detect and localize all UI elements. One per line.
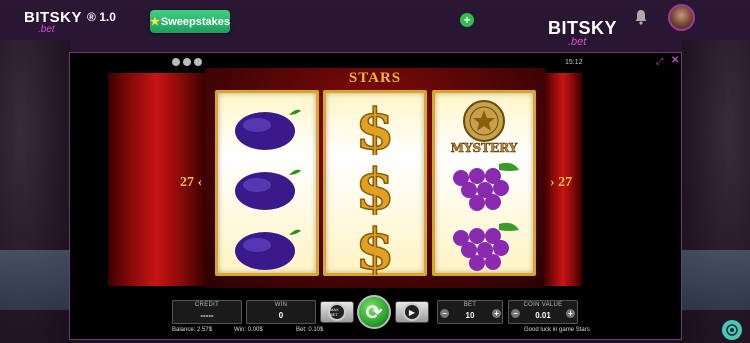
game-controls	[172, 58, 202, 66]
resize-icon[interactable]: ⤢	[656, 56, 663, 67]
center-logo-text: BITSKY	[548, 18, 618, 38]
credit-display: CREDIT -----	[172, 300, 242, 324]
svg-text:$: $	[356, 99, 395, 155]
mystery-icon: MYSTERY	[435, 97, 533, 157]
plum-icon	[218, 157, 316, 217]
coin-increase-button[interactable]: +	[566, 309, 575, 318]
reel-2: $ $ $	[323, 90, 427, 276]
svg-text:MYSTERY: MYSTERY	[451, 141, 518, 155]
background-sea-right	[682, 250, 750, 310]
plum-icon	[218, 217, 316, 277]
sound-icon[interactable]	[194, 58, 202, 66]
bet-value: 10	[465, 311, 475, 320]
settings-icon[interactable]	[183, 58, 191, 66]
coin-value: 0.01	[535, 311, 551, 320]
grapes-icon	[435, 157, 533, 217]
lines-count-right: › 27	[550, 175, 573, 190]
dollar-icon: $	[326, 217, 424, 277]
svg-text:$: $	[356, 219, 395, 275]
sweepstakes-button[interactable]: ★ Sweepstakes	[150, 10, 230, 33]
status-win: Win: 0.00$	[234, 327, 263, 333]
grapes-icon	[435, 217, 533, 277]
logo-subtext: .bet	[38, 24, 55, 35]
reel-3: MYSTERY	[432, 90, 536, 276]
star-icon: ★	[150, 16, 160, 28]
add-icon[interactable]: +	[460, 13, 474, 27]
center-logo-subtext: .bet	[568, 36, 587, 48]
win-value: 0	[278, 311, 284, 320]
spin-icon: ⟳	[365, 301, 383, 324]
reel-1	[215, 90, 319, 276]
play-icon: ▶	[408, 307, 416, 317]
center-logo[interactable]: BITSKY .bet	[548, 18, 618, 48]
dollar-icon: $	[326, 157, 424, 217]
avatar[interactable]	[668, 4, 695, 31]
status-bet: Bet: 0.10$	[296, 327, 324, 333]
dollar-icon: $	[326, 97, 424, 157]
max-bet-button[interactable]: MAX BET	[320, 301, 354, 323]
svg-text:$: $	[356, 159, 395, 215]
credit-value: -----	[200, 311, 214, 320]
site-logo[interactable]: BITSKY .bet ® 1.0	[24, 9, 116, 35]
bet-increase-button[interactable]: +	[492, 309, 501, 318]
status-balance: Balance: 2.57$	[172, 327, 213, 333]
win-label: WIN	[274, 302, 288, 308]
home-icon[interactable]	[172, 58, 180, 66]
bet-decrease-button[interactable]: −	[440, 309, 449, 318]
coin-value-label: COIN VALUE	[523, 302, 563, 308]
plum-icon	[218, 97, 316, 157]
credit-label: CREDIT	[194, 302, 220, 308]
background-sea-left	[0, 250, 70, 310]
win-display: WIN 0	[246, 300, 316, 324]
autoplay-button[interactable]: ▶	[395, 301, 429, 323]
lines-count-left: 27 ‹	[180, 175, 203, 190]
bet-label: BET	[463, 302, 477, 308]
max-bet-label: MAX BET	[328, 303, 346, 321]
status-message: Good luck in game Stars	[524, 327, 590, 333]
sweepstakes-label: Sweepstakes	[160, 15, 230, 28]
spin-button[interactable]: ⟳	[357, 295, 391, 329]
bell-icon[interactable]	[633, 9, 649, 25]
logo-text: BITSKY	[24, 9, 83, 26]
game-title: STARS	[348, 70, 402, 86]
coin-decrease-button[interactable]: −	[511, 309, 520, 318]
close-icon[interactable]: ✕	[671, 55, 679, 66]
version-label: ® 1.0	[87, 10, 116, 24]
game-clock: 15:12	[565, 59, 583, 66]
chat-icon[interactable]	[722, 320, 742, 340]
